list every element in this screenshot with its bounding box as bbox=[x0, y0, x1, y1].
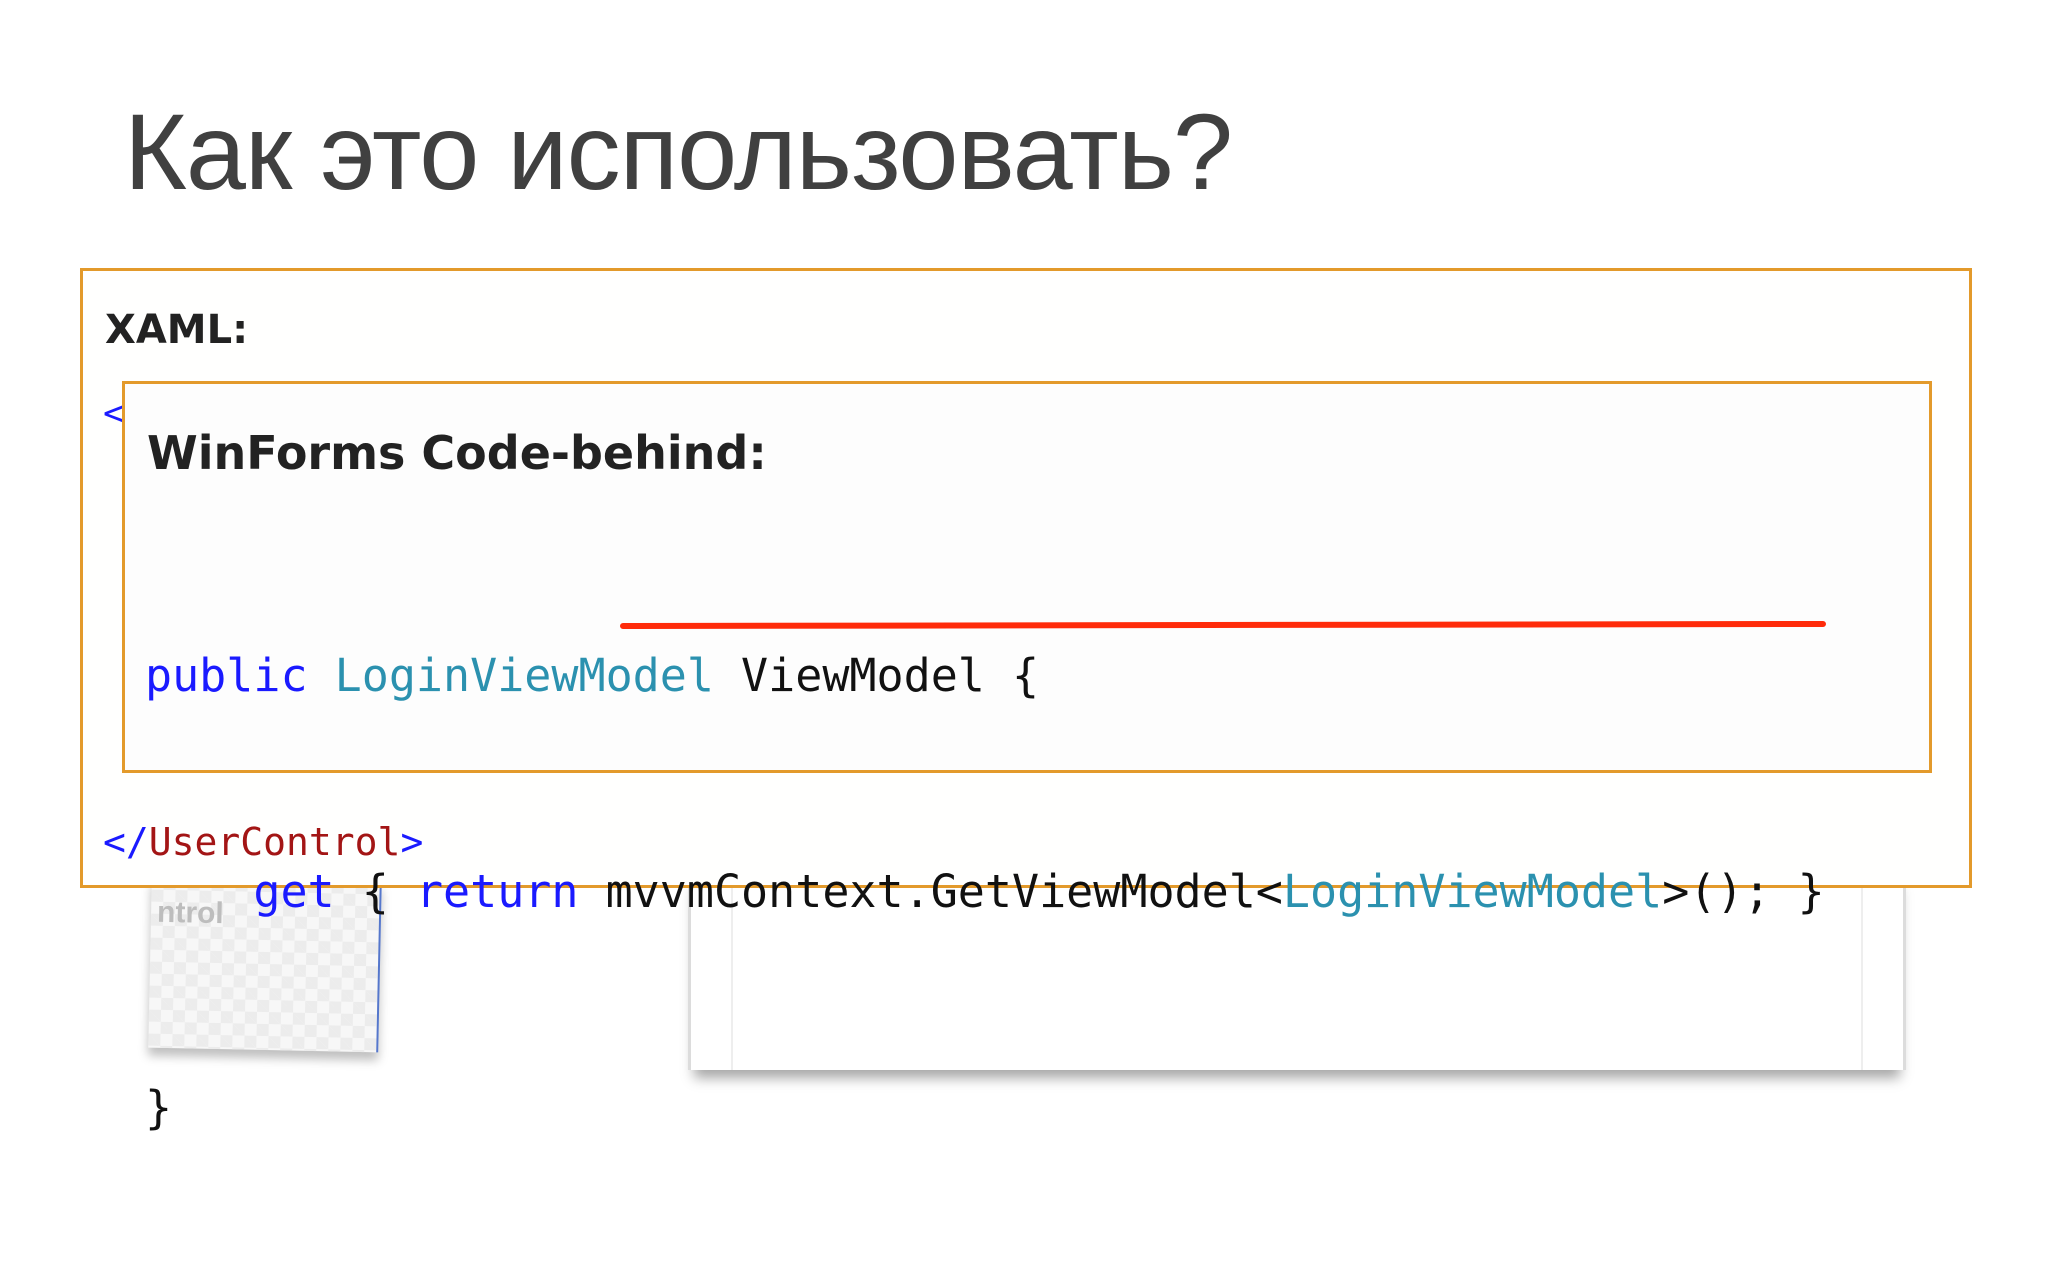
code-keyword-public: public bbox=[145, 649, 308, 702]
code-call-prefix: mvvmContext.GetViewModel< bbox=[578, 865, 1283, 918]
code-brace-open: { bbox=[334, 865, 416, 918]
code-line-2: get { return mvvmContext.GetViewModel<Lo… bbox=[145, 856, 1825, 928]
code-line-1: public LoginViewModel ViewModel { bbox=[145, 640, 1825, 712]
code-call-suffix: >(); } bbox=[1662, 865, 1825, 918]
code-line-3: } bbox=[145, 1072, 1825, 1144]
code-keyword-return: return bbox=[415, 865, 579, 918]
code-keyword-get: get bbox=[253, 865, 335, 918]
code-property-declaration: ViewModel { bbox=[741, 649, 1040, 702]
code-block: public LoginViewModel ViewModel { get { … bbox=[145, 496, 1825, 1288]
slide-title: Как это использовать? bbox=[124, 91, 1233, 212]
winforms-panel: WinForms Code-behind: public LoginViewMo… bbox=[122, 381, 1932, 1134]
closing-tag-open-bracket: </ bbox=[103, 820, 149, 864]
code-type-loginviewmodel: LoginViewModel bbox=[334, 649, 714, 702]
xaml-heading: XAML: bbox=[105, 307, 249, 353]
code-closing-brace: } bbox=[145, 1081, 173, 1134]
code-generic-type: LoginViewModel bbox=[1282, 865, 1663, 918]
winforms-heading: WinForms Code-behind: bbox=[147, 426, 767, 480]
